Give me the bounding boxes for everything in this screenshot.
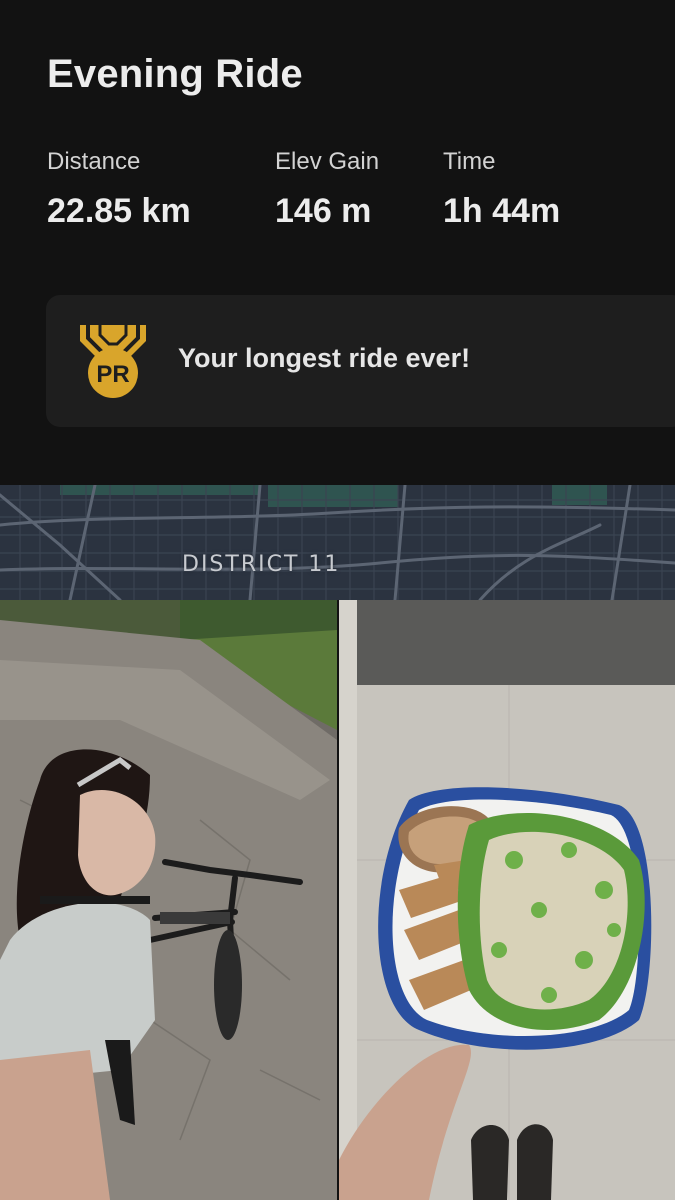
pr-badge-text: PR [96,361,129,388]
route-map[interactable]: DISTRICT 11 [0,485,675,600]
stat-time-label: Time [443,148,496,175]
stat-time-value: 1h 44m [443,192,561,230]
activity-title: Evening Ride [47,52,303,96]
salad-plate-photo[interactable] [339,600,675,1200]
activity-share-screen: Evening Ride Distance 22.85 km Elev Gain… [0,0,675,1200]
stat-elevation-label: Elev Gain [275,148,380,175]
stat-elevation: Elev Gain 146 m [275,148,379,231]
pr-medal-icon: PR [76,321,150,401]
map-district-label: DISTRICT 11 [182,552,341,577]
stat-elevation-value: 146 m [275,192,372,230]
stat-distance-value: 22.85 km [47,192,191,230]
stat-distance-label: Distance [47,148,141,175]
selfie-with-bicycle-photo[interactable] [0,600,337,1200]
activity-summary: Evening Ride Distance 22.85 km Elev Gain… [0,0,675,485]
achievement-message: Your longest ride ever! [178,343,471,373]
achievement-card[interactable]: PR Your longest ride ever! [46,295,675,427]
stat-time: Time 1h 44m [443,148,560,231]
stat-distance: Distance 22.85 km [47,148,191,231]
